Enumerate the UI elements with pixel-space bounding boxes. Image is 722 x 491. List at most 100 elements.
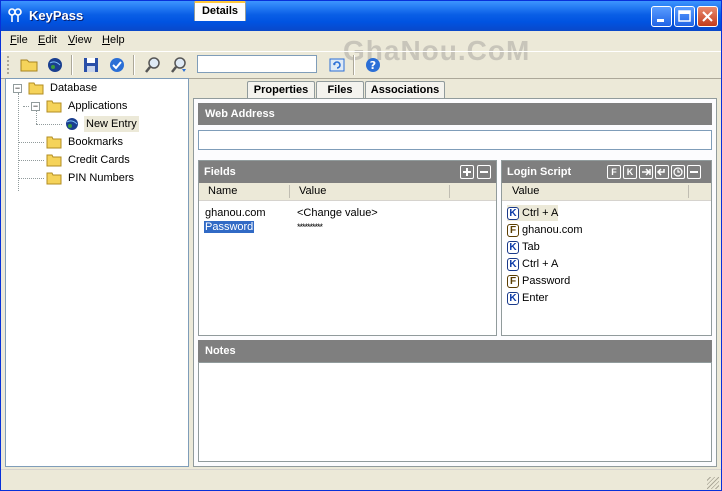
add-delay-step-button[interactable] bbox=[671, 165, 685, 179]
keypass-window: KeyPass File Edit View Help GhaNou.CoM ?… bbox=[0, 0, 722, 491]
globe-button[interactable] bbox=[45, 55, 65, 75]
add-tab-step-button[interactable] bbox=[639, 165, 653, 179]
folder-open-icon bbox=[20, 59, 38, 72]
key-step-icon: K bbox=[507, 240, 519, 254]
add-key-step-button[interactable]: K bbox=[623, 165, 637, 179]
tree-node-label: Applications bbox=[68, 100, 128, 112]
open-folder-button[interactable] bbox=[19, 55, 39, 75]
refresh-icon bbox=[329, 58, 345, 72]
minus-icon bbox=[480, 171, 488, 173]
field-value-masked[interactable]: ********** bbox=[297, 220, 323, 234]
field-row[interactable]: ghanou.com bbox=[205, 206, 266, 220]
login-script-col-value[interactable]: Value bbox=[512, 183, 539, 200]
folder-icon bbox=[46, 172, 62, 185]
help-button[interactable]: ? bbox=[363, 55, 383, 75]
details-panel: Web Address Fields Name Value ghanou.com… bbox=[193, 98, 717, 467]
menu-view-rest: iew bbox=[75, 34, 92, 46]
key-step-icon: K bbox=[507, 291, 519, 305]
menu-help-key: H bbox=[102, 34, 110, 46]
login-script-panel: Login Script F K Value K Ctrl + A F ghan… bbox=[501, 160, 712, 336]
tab-properties[interactable]: Properties bbox=[247, 81, 315, 98]
expand-applications-toggle[interactable]: − bbox=[31, 102, 40, 111]
script-step[interactable]: K Enter bbox=[507, 290, 548, 306]
tree-guide-line bbox=[23, 106, 29, 107]
script-step[interactable]: Fghanou.com bbox=[507, 222, 583, 238]
fields-col-value[interactable]: Value bbox=[299, 183, 326, 200]
tree-node-label: New Entry bbox=[84, 116, 139, 132]
tree-guide-line bbox=[36, 124, 62, 125]
database-tree[interactable]: − Database − Applications New Entry Book… bbox=[5, 78, 189, 467]
tree-guide-line bbox=[18, 142, 44, 143]
folder-open-icon bbox=[46, 100, 62, 113]
tree-node-label: Database bbox=[50, 82, 98, 94]
field-value[interactable]: <Change value> bbox=[297, 206, 378, 220]
tab-files[interactable]: Files bbox=[316, 81, 364, 98]
fields-col-name[interactable]: Name bbox=[208, 183, 237, 200]
expand-database-toggle[interactable]: − bbox=[13, 84, 22, 93]
field-name: ghanou.com bbox=[205, 207, 266, 219]
find-next-button[interactable] bbox=[169, 55, 189, 75]
column-separator[interactable] bbox=[449, 185, 450, 198]
help-icon: ? bbox=[366, 58, 380, 72]
globe-entry-icon bbox=[66, 118, 78, 130]
tree-node-label: Bookmarks bbox=[68, 136, 124, 148]
fields-title: Fields bbox=[204, 166, 236, 178]
script-step-text: Ctrl + A bbox=[522, 207, 559, 219]
globe-icon bbox=[48, 58, 62, 72]
svg-text:?: ? bbox=[370, 59, 376, 72]
column-separator[interactable] bbox=[688, 185, 689, 198]
maximize-icon bbox=[678, 10, 691, 22]
toolbar-grip[interactable] bbox=[7, 56, 11, 74]
menu-file-rest: ile bbox=[16, 34, 28, 46]
remove-step-button[interactable] bbox=[687, 165, 701, 179]
key-step-icon: K bbox=[507, 206, 519, 220]
tab-associations[interactable]: Associations bbox=[365, 81, 445, 98]
menu-view[interactable]: View bbox=[68, 34, 92, 46]
close-icon bbox=[702, 11, 713, 22]
remove-field-button[interactable] bbox=[477, 165, 491, 179]
script-step-text: ghanou.com bbox=[522, 224, 583, 236]
script-step[interactable]: K Ctrl + A bbox=[507, 205, 559, 221]
tree-node-label: Credit Cards bbox=[68, 154, 130, 166]
magnifier-icon bbox=[145, 57, 160, 73]
minus-icon bbox=[690, 171, 698, 173]
script-step-text: Enter bbox=[522, 292, 549, 304]
notes-textarea[interactable] bbox=[198, 362, 712, 462]
login-script-column-header: Value bbox=[502, 183, 711, 201]
folder-icon bbox=[46, 136, 62, 149]
toolbar-separator bbox=[71, 55, 73, 75]
plus-icon bbox=[463, 168, 471, 176]
add-enter-step-button[interactable] bbox=[655, 165, 669, 179]
save-button[interactable] bbox=[81, 55, 101, 75]
menu-file[interactable]: File bbox=[10, 34, 28, 46]
minimize-button[interactable] bbox=[651, 6, 672, 27]
key-step-k-icon: K bbox=[626, 167, 634, 177]
maximize-button[interactable] bbox=[674, 6, 695, 27]
web-address-input[interactable] bbox=[198, 130, 712, 150]
add-field-step-button[interactable]: F bbox=[607, 165, 621, 179]
close-button[interactable] bbox=[697, 6, 718, 27]
script-step-text: Password bbox=[522, 275, 571, 287]
script-step[interactable]: K Tab bbox=[507, 239, 540, 255]
enter-arrow-icon bbox=[656, 168, 665, 176]
column-separator[interactable] bbox=[289, 185, 290, 198]
folder-open-icon bbox=[28, 82, 44, 95]
refresh-button[interactable] bbox=[327, 55, 347, 75]
title-bar[interactable]: KeyPass bbox=[1, 1, 721, 31]
search-input[interactable] bbox=[197, 55, 317, 73]
menu-help-rest: elp bbox=[109, 34, 125, 46]
field-row[interactable]: Password bbox=[204, 220, 255, 234]
menu-edit[interactable]: Edit bbox=[38, 34, 57, 46]
resize-grip[interactable] bbox=[707, 477, 719, 489]
tab-details[interactable]: Details bbox=[194, 1, 246, 21]
field-name-selected: Password bbox=[204, 221, 255, 233]
add-field-button[interactable] bbox=[460, 165, 474, 179]
sync-button[interactable] bbox=[107, 55, 127, 75]
script-step[interactable]: K Ctrl + A bbox=[507, 256, 558, 272]
field-step-icon: F bbox=[507, 274, 519, 288]
find-button[interactable] bbox=[143, 55, 163, 75]
menu-file-key: F bbox=[10, 34, 17, 46]
script-step-text: Ctrl + A bbox=[522, 258, 559, 270]
script-step[interactable]: F Password bbox=[507, 273, 570, 289]
menu-help[interactable]: Help bbox=[102, 34, 125, 46]
